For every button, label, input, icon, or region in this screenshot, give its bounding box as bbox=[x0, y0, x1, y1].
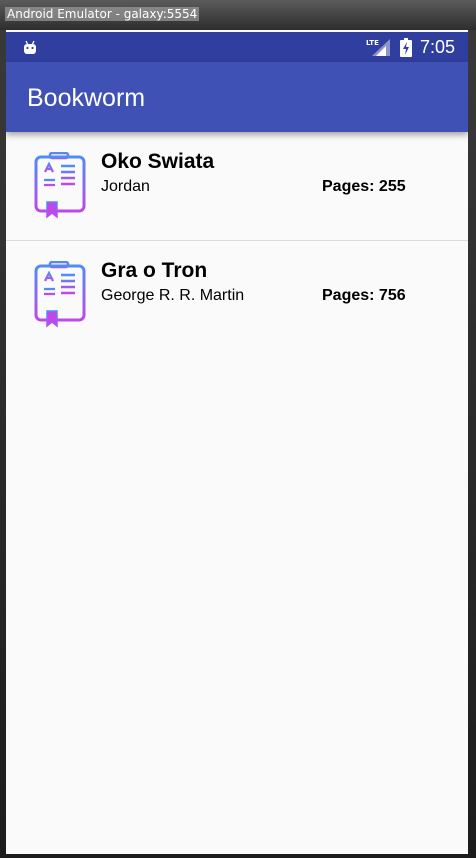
book-list: Oko Swiata Jordan Pages: 255 Gra o Tron … bbox=[6, 132, 468, 348]
book-pages: Pages: 756 bbox=[322, 287, 406, 304]
list-item[interactable]: Oko Swiata Jordan Pages: 255 bbox=[6, 132, 468, 240]
list-item[interactable]: Gra o Tron George R. R. Martin Pages: 75… bbox=[6, 240, 468, 348]
network-type-label: LTE bbox=[366, 39, 379, 47]
device-screen: LTE 7:05 Bookworm Oko Swiata Jordan Page… bbox=[6, 30, 468, 854]
app-title: Bookworm bbox=[27, 84, 146, 112]
status-bar: LTE 7:05 bbox=[6, 32, 468, 62]
book-title: Gra o Tron bbox=[101, 259, 208, 282]
emulator-window: Android Emulator - galaxy:5554 LTE 7:05 bbox=[0, 0, 476, 858]
lte-signal-icon: LTE bbox=[366, 39, 390, 56]
android-icon bbox=[24, 40, 36, 54]
window-title: Android Emulator - galaxy:5554 bbox=[5, 7, 200, 21]
app-bar: Bookworm bbox=[6, 62, 468, 132]
book-author: George R. R. Martin bbox=[101, 287, 245, 304]
book-icon bbox=[34, 261, 86, 328]
status-time: 7:05 bbox=[420, 37, 456, 57]
book-icon bbox=[34, 152, 86, 219]
book-title: Oko Swiata bbox=[101, 150, 215, 173]
book-author: Jordan bbox=[101, 178, 150, 195]
window-titlebar[interactable]: Android Emulator - galaxy:5554 bbox=[0, 0, 476, 30]
battery-charging-icon bbox=[400, 38, 412, 57]
book-pages: Pages: 255 bbox=[322, 178, 406, 195]
